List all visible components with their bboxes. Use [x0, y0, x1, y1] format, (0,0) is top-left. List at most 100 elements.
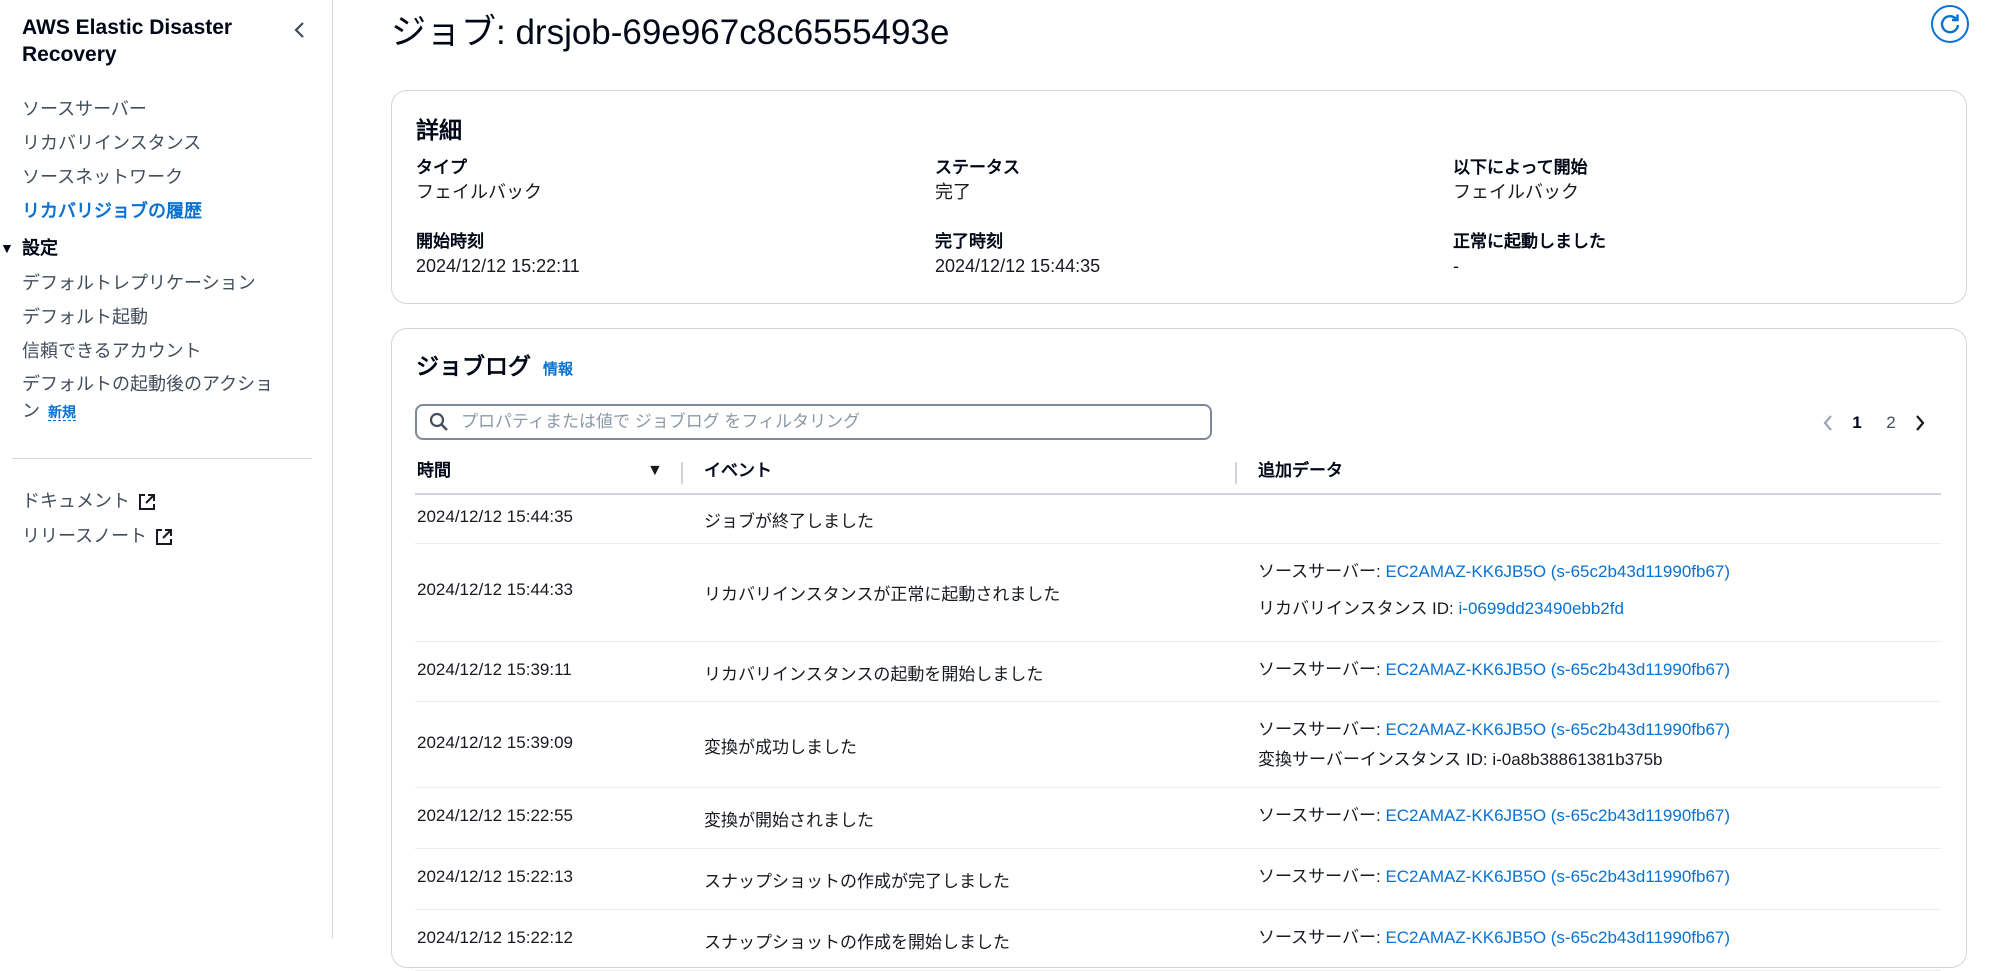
cell-extra-data: ソースサーバー: EC2AMAZ-KK6JB5O (s-65c2b43d1199…: [1258, 655, 1730, 685]
sidebar-title[interactable]: AWS Elastic Disaster Recovery: [22, 14, 252, 68]
details-panel: 詳細 タイプ フェイルバック ステータス 完了 以下によって開始 フェイルバック…: [391, 90, 1967, 304]
job-log-heading: ジョブログ: [416, 353, 531, 379]
field-start-time: 開始時刻 2024/12/12 15:22:11: [416, 231, 896, 279]
cell-time: 2024/12/12 15:22:13: [417, 867, 573, 886]
extra-label: リカバリインスタンス ID:: [1258, 599, 1459, 618]
collapse-sidebar-button[interactable]: [286, 16, 314, 44]
cell-event: リカバリインスタンスの起動を開始しました: [704, 665, 1044, 684]
cell-time: 2024/12/12 15:39:11: [417, 660, 572, 679]
cell-event: 変換が成功しました: [704, 738, 857, 757]
refresh-icon: [1931, 5, 1969, 43]
field-label: 完了時刻: [935, 232, 1003, 251]
cell-time: 2024/12/12 15:22:55: [417, 806, 573, 825]
job-log-filter-input[interactable]: [459, 411, 1183, 433]
job-log-table: 時間 ▼ イベント 追加データ 2024/12/12 15:44:35 ジョブが…: [415, 451, 1941, 971]
sidebar-external-links: ドキュメント リリースノート: [22, 484, 173, 554]
sidebar-nav: ソースサーバー リカバリインスタンス ソースネットワーク リカバリジョブの履歴 …: [0, 92, 322, 426]
info-link[interactable]: 情報: [543, 358, 573, 379]
column-resizer[interactable]: [1235, 462, 1237, 484]
table-row: 2024/12/12 15:44:35 ジョブが終了しました: [415, 495, 1941, 544]
column-header-time[interactable]: 時間: [417, 451, 451, 493]
documentation-link-label: ドキュメント: [22, 491, 130, 511]
extra-data-line: ソースサーバー: EC2AMAZ-KK6JB5O (s-65c2b43d1199…: [1258, 862, 1730, 892]
external-link-icon: [139, 493, 155, 510]
field-value: フェイルバック: [1453, 182, 1579, 202]
page-title: ジョブ: drsjob-69e967c8c6555493e: [391, 13, 950, 52]
sort-descending-icon[interactable]: ▼: [647, 451, 663, 491]
field-label: 開始時刻: [416, 232, 484, 251]
sidebar-item-post-launch-actions[interactable]: デフォルトの起動後のアクション 新規: [22, 368, 277, 426]
refresh-button[interactable]: [1930, 4, 1970, 44]
job-log-header: ジョブログ 情報: [416, 347, 573, 381]
page-2-button[interactable]: 2: [1874, 413, 1908, 433]
sidebar-item-source-networks[interactable]: ソースネットワーク: [22, 160, 322, 194]
cell-extra-data: ソースサーバー: EC2AMAZ-KK6JB5O (s-65c2b43d1199…: [1258, 801, 1730, 831]
sidebar-item-default-replication[interactable]: デフォルトレプリケーション: [22, 266, 322, 300]
sidebar-item-default-launch[interactable]: デフォルト起動: [22, 300, 322, 334]
sidebar-section-settings[interactable]: ▼ 設定: [0, 230, 322, 266]
source-server-link[interactable]: EC2AMAZ-KK6JB5O (s-65c2b43d11990fb67): [1385, 867, 1730, 886]
table-row: 2024/12/12 15:22:55 変換が開始されました ソースサーバー: …: [415, 788, 1941, 849]
source-server-link[interactable]: EC2AMAZ-KK6JB5O (s-65c2b43d11990fb67): [1385, 660, 1730, 679]
conversion-server-id: i-0a8b38861381b375b: [1492, 750, 1663, 769]
source-server-link[interactable]: EC2AMAZ-KK6JB5O (s-65c2b43d11990fb67): [1385, 562, 1730, 581]
chevron-left-icon: [294, 22, 304, 38]
extra-label: 変換サーバーインスタンス ID:: [1258, 750, 1493, 769]
job-log-panel: ジョブログ 情報 1 2 時間 ▼ イベント 追加データ: [391, 328, 1967, 971]
cell-event: リカバリインスタンスが正常に起動されました: [704, 585, 1061, 604]
sidebar-item-recovery-job-history[interactable]: リカバリジョブの履歴: [22, 194, 322, 228]
cell-extra-data: ソースサーバー: EC2AMAZ-KK6JB5O (s-65c2b43d1199…: [1258, 553, 1730, 627]
table-row: 2024/12/12 15:44:33 リカバリインスタンスが正常に起動されまし…: [415, 544, 1941, 642]
extra-label: ソースサーバー:: [1258, 867, 1386, 886]
sidebar-item-source-servers[interactable]: ソースサーバー: [22, 92, 322, 126]
extra-data-line: 変換サーバーインスタンス ID: i-0a8b38861381b375b: [1258, 745, 1730, 775]
sidebar-item-recovery-instances[interactable]: リカバリインスタンス: [22, 126, 322, 160]
column-resizer[interactable]: [681, 462, 683, 484]
extra-data-line: ソースサーバー: EC2AMAZ-KK6JB5O (s-65c2b43d1199…: [1258, 801, 1730, 831]
cell-time: 2024/12/12 15:22:12: [417, 928, 573, 947]
field-value: 完了: [935, 182, 971, 202]
cell-event: スナップショットの作成を開始しました: [704, 933, 1010, 952]
column-header-event[interactable]: イベント: [704, 451, 772, 493]
cell-extra-data: ソースサーバー: EC2AMAZ-KK6JB5O (s-65c2b43d1199…: [1258, 862, 1730, 892]
field-end-time: 完了時刻 2024/12/12 15:44:35: [935, 231, 1415, 279]
extra-label: ソースサーバー:: [1258, 660, 1386, 679]
cell-extra-data: ソースサーバー: EC2AMAZ-KK6JB5O (s-65c2b43d1199…: [1258, 715, 1730, 775]
sidebar-divider: [12, 458, 312, 459]
page-1-button[interactable]: 1: [1840, 413, 1874, 433]
cell-time: 2024/12/12 15:39:09: [417, 733, 573, 752]
cell-event: 変換が開始されました: [704, 811, 874, 830]
field-status: ステータス 完了: [935, 157, 1415, 205]
pagination: 1 2: [1816, 409, 1932, 437]
extra-data-line: ソースサーバー: EC2AMAZ-KK6JB5O (s-65c2b43d1199…: [1258, 655, 1730, 685]
table-row: 2024/12/12 15:39:11 リカバリインスタンスの起動を開始しました…: [415, 642, 1941, 702]
table-header: 時間 ▼ イベント 追加データ: [415, 451, 1941, 495]
cell-event: ジョブが終了しました: [704, 512, 874, 531]
new-badge: 新規: [48, 404, 76, 421]
source-server-link[interactable]: EC2AMAZ-KK6JB5O (s-65c2b43d11990fb67): [1385, 720, 1730, 739]
side-navigation: AWS Elastic Disaster Recovery ソースサーバー リカ…: [0, 0, 333, 938]
field-label: 以下によって開始: [1453, 158, 1588, 177]
documentation-link[interactable]: ドキュメント: [22, 484, 173, 519]
release-notes-link[interactable]: リリースノート: [22, 519, 173, 554]
cell-time: 2024/12/12 15:44:33: [417, 580, 573, 599]
column-header-extra-data[interactable]: 追加データ: [1258, 451, 1343, 493]
job-log-filter[interactable]: [415, 404, 1212, 440]
field-successfully-launched: 正常に起動しました -: [1453, 231, 1933, 279]
release-notes-link-label: リリースノート: [22, 526, 148, 546]
field-label: ステータス: [935, 158, 1020, 177]
previous-page-button[interactable]: [1816, 409, 1840, 437]
next-page-button[interactable]: [1908, 409, 1932, 437]
source-server-link[interactable]: EC2AMAZ-KK6JB5O (s-65c2b43d11990fb67): [1385, 806, 1730, 825]
sidebar-item-trusted-accounts[interactable]: 信頼できるアカウント: [22, 334, 322, 368]
extra-data-line: ソースサーバー: EC2AMAZ-KK6JB5O (s-65c2b43d1199…: [1258, 553, 1730, 590]
field-value: 2024/12/12 15:44:35: [935, 256, 1101, 276]
search-icon: [429, 412, 448, 431]
external-link-icon: [156, 528, 173, 545]
table-row: 2024/12/12 15:22:12 スナップショットの作成を開始しました ソ…: [415, 910, 1941, 971]
sidebar-section-label: 設定: [22, 238, 58, 258]
recovery-instance-link[interactable]: i-0699dd23490ebb2fd: [1459, 599, 1624, 618]
cell-time: 2024/12/12 15:44:35: [417, 507, 573, 526]
extra-data-line: ソースサーバー: EC2AMAZ-KK6JB5O (s-65c2b43d1199…: [1258, 715, 1730, 745]
field-initiated-by: 以下によって開始 フェイルバック: [1453, 157, 1933, 205]
